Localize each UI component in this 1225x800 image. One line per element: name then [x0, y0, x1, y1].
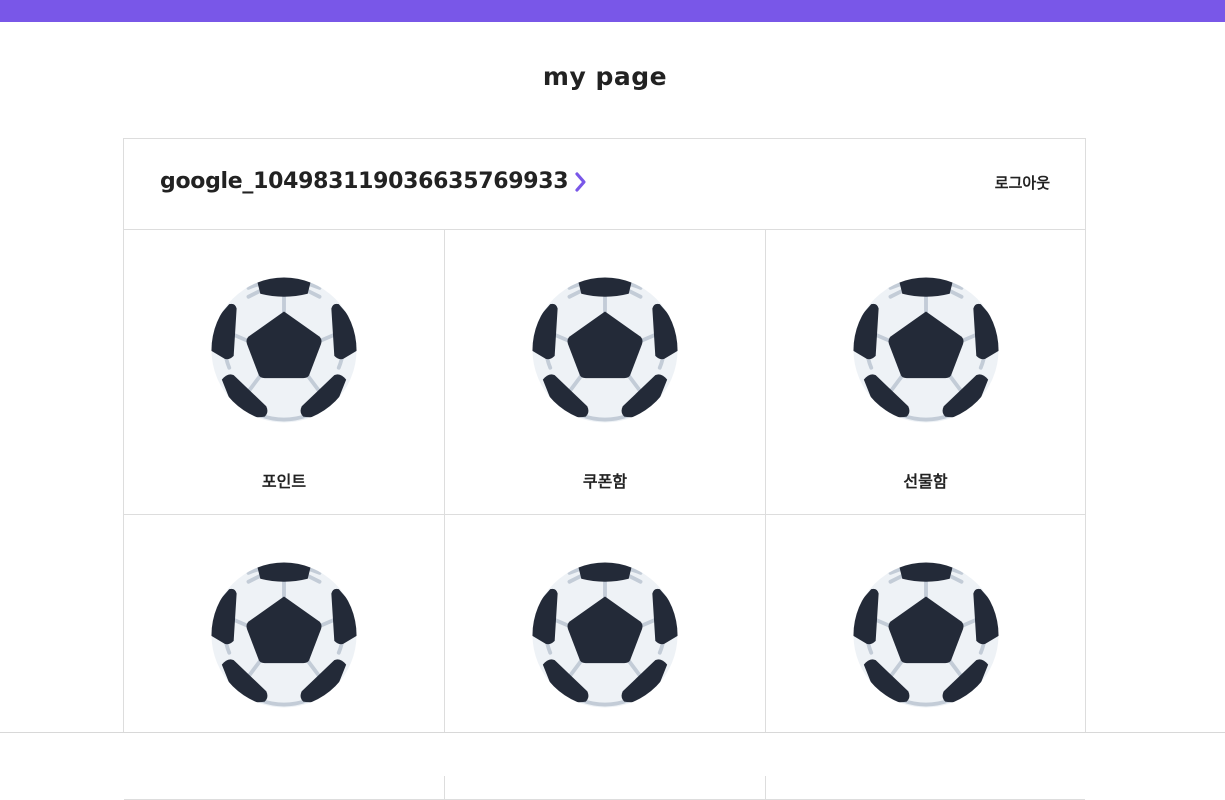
- mypage-card: google_104983119036635769933 로그아웃 포인트 쿠폰…: [123, 138, 1086, 800]
- logout-button[interactable]: 로그아웃: [995, 172, 1050, 193]
- profile-header: google_104983119036635769933 로그아웃: [124, 139, 1085, 230]
- menu-item-label: 선물함: [903, 472, 948, 491]
- soccer-ball-icon: [532, 277, 678, 423]
- menu-item-label: 쿠폰함: [582, 472, 628, 491]
- soccer-ball-icon: [852, 562, 999, 708]
- page-title: my page: [542, 62, 668, 91]
- menu-item-coupons[interactable]: 쿠폰함: [445, 230, 766, 515]
- menu-item-points[interactable]: 포인트: [124, 230, 445, 515]
- soccer-ball-icon: [211, 277, 357, 423]
- user-id-link[interactable]: google_104983119036635769933: [160, 169, 588, 194]
- bottom-divider: [0, 732, 1225, 776]
- menu-item-label: 포인트: [261, 472, 307, 491]
- top-accent-bar: [0, 0, 1225, 22]
- soccer-ball-icon: [532, 562, 678, 708]
- menu-grid: 포인트 쿠폰함 선물함: [124, 230, 1085, 800]
- soccer-ball-icon: [852, 277, 999, 423]
- menu-item-gifts[interactable]: 선물함: [766, 230, 1085, 515]
- soccer-ball-icon: [211, 562, 357, 708]
- chevron-right-icon: [575, 171, 586, 192]
- user-id-text: google_104983119036635769933: [160, 169, 569, 194]
